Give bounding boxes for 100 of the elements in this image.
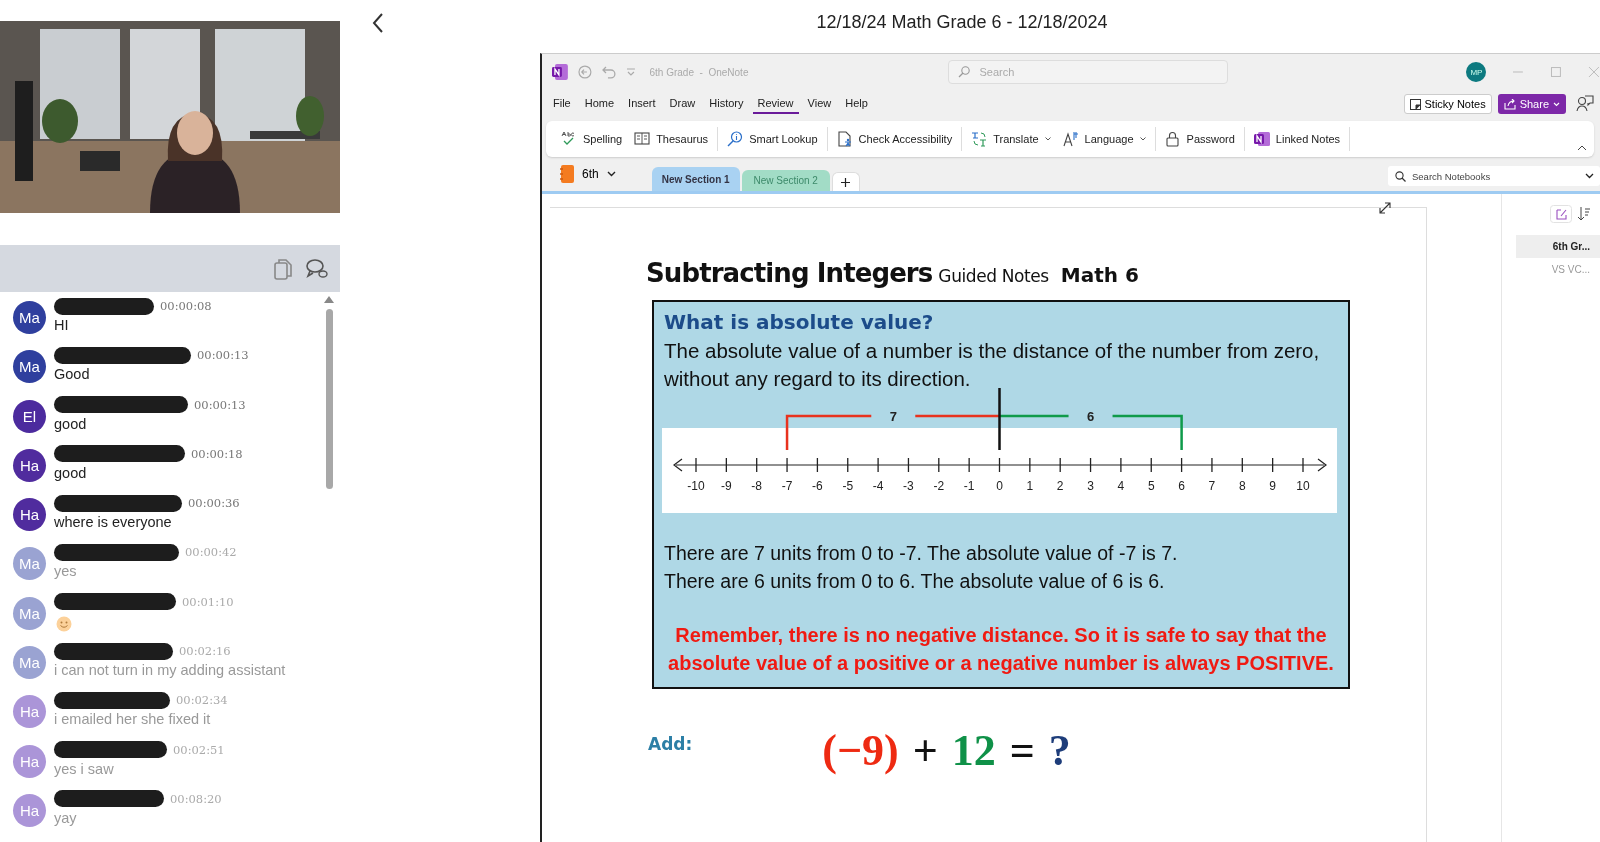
menu-tab[interactable]: Home [579,94,620,114]
undo-icon[interactable] [601,65,616,79]
tick-mark [816,457,819,473]
user-avatar: Ha [13,498,46,532]
ribbon-button[interactable]: Translate [968,129,1054,149]
equation-term: + [912,725,938,776]
user-avatar: Ha [13,448,46,482]
search-icon [1395,171,1406,182]
menu-tab[interactable]: View [802,94,837,114]
tick-label: -2 [933,479,945,493]
font-icon [1062,131,1079,147]
ribbon-button[interactable]: Smart Lookup [724,129,821,149]
ribbon-button[interactable]: Spelling [558,129,626,149]
ribbon-button[interactable]: Password [1161,129,1238,149]
message-time: 00:02:34 [176,693,228,708]
menu-tab[interactable]: Review [752,94,799,114]
tick-mark [1241,457,1243,473]
tick-mark [968,457,970,473]
dropdown-icon[interactable] [625,68,636,76]
message-text: i can not turn in my adding assistant [54,662,286,679]
onenote-icon [1253,131,1270,147]
tick-label: -8 [751,479,763,493]
user-avatar: Ma [13,350,46,384]
user-avatar: Ha [13,695,46,729]
search-field[interactable]: Search Notebooks [1388,166,1600,186]
ribbon-button[interactable]: Check Accessibility [833,129,956,149]
copy-icon[interactable] [274,257,292,280]
ribbon-button[interactable]: Linked Notes [1250,129,1344,149]
new-page-icon[interactable] [1550,205,1572,223]
share-icon [1503,98,1516,110]
message-time: 00:02:51 [173,742,225,757]
add-label: Add: [648,733,693,754]
tick-mark [907,457,910,473]
document-icon [836,131,853,147]
tick-label: -5 [842,479,854,493]
search-field[interactable]: Search [948,60,1229,84]
maximize-icon[interactable] [1550,66,1563,78]
sticky-notes-button[interactable]: Sticky Notes [1403,94,1492,114]
menu-tab[interactable]: History [704,94,749,114]
tick-label: -6 [812,479,823,493]
page-item[interactable]: 6th Gr... [1516,235,1600,258]
menu-tab[interactable]: Insert [623,94,661,114]
onenote-icon [552,64,568,80]
distance-label: 6 [1086,409,1095,424]
user-avatar[interactable]: MP [1466,62,1487,82]
user-avatar: El [13,399,46,433]
close-icon[interactable] [1588,66,1600,78]
zero-line [998,388,1001,450]
message-time: 00:00:42 [185,545,237,560]
scroll-thumb[interactable] [325,309,333,489]
tick-mark [998,457,1001,473]
message-time: 00:01:10 [182,594,234,609]
scroll-up-icon[interactable] [324,296,334,303]
chevron-icon[interactable] [1585,173,1594,179]
tick-mark [1150,457,1152,473]
tick-label: 4 [1117,479,1125,493]
message-text: good [54,415,88,432]
magnifier-icon [727,131,744,147]
section-tab[interactable]: New Section 1 [651,167,740,191]
example-text: There are 7 units from 0 to -7. The absolute value of -7 is 7. [664,541,1179,566]
example-text: There are 6 units from 0 to 6. The absolute value of 6 is 6. [664,569,1166,594]
user-avatar: Ma [13,547,46,581]
collapse-icon[interactable] [1577,145,1587,151]
message-text: i emailed her she fixed it [54,711,212,728]
menu-tab[interactable]: File [548,94,576,114]
menu-tab[interactable]: Draw [664,94,701,114]
message-text: HI [54,317,70,333]
meeting-title: 12/18/24 Math Grade 6 - 12/18/2024 [815,12,1109,33]
feedback-icon[interactable] [1576,95,1594,113]
tick-mark [756,457,758,473]
reminder-text: Remember, there is no negative distance. So it is safe to say that the absolute value of a positive or a negative number is always POSITIVE. [667,623,1335,676]
message-text: good [54,464,88,481]
message-text: yay [54,809,78,826]
message-time: 00:00:13 [197,348,249,363]
notebook-button[interactable]: 6th [554,164,622,184]
chat-icon[interactable] [306,257,328,280]
tick-mark [1211,457,1213,473]
spelling-icon [561,131,577,147]
tick-label: -1 [963,479,975,493]
user-avatar: Ma [13,596,46,630]
expand-icon[interactable] [1379,202,1391,214]
translate-icon [971,131,988,147]
add-section-button[interactable] [831,172,860,191]
equation-term: (−9) [822,725,899,776]
back-icon[interactable] [372,12,384,33]
sort-icon[interactable] [1578,207,1590,221]
equation-term: 12 [951,725,996,776]
ribbon-button[interactable]: Thesaurus [631,129,712,149]
lock-icon [1164,131,1181,147]
tick-label: -7 [781,479,793,493]
share-button[interactable]: Share [1497,94,1566,114]
ribbon-button[interactable]: Language [1059,129,1149,149]
tick-mark [847,457,849,473]
menu-tab[interactable]: Help [840,94,873,114]
tick-label: 10 [1296,479,1310,493]
tick-mark [1180,457,1183,473]
page-title: Subtracting Integers [646,258,933,288]
tick-mark [877,457,879,473]
smiley-icon [56,615,72,632]
user-avatar: Ma [13,301,46,334]
